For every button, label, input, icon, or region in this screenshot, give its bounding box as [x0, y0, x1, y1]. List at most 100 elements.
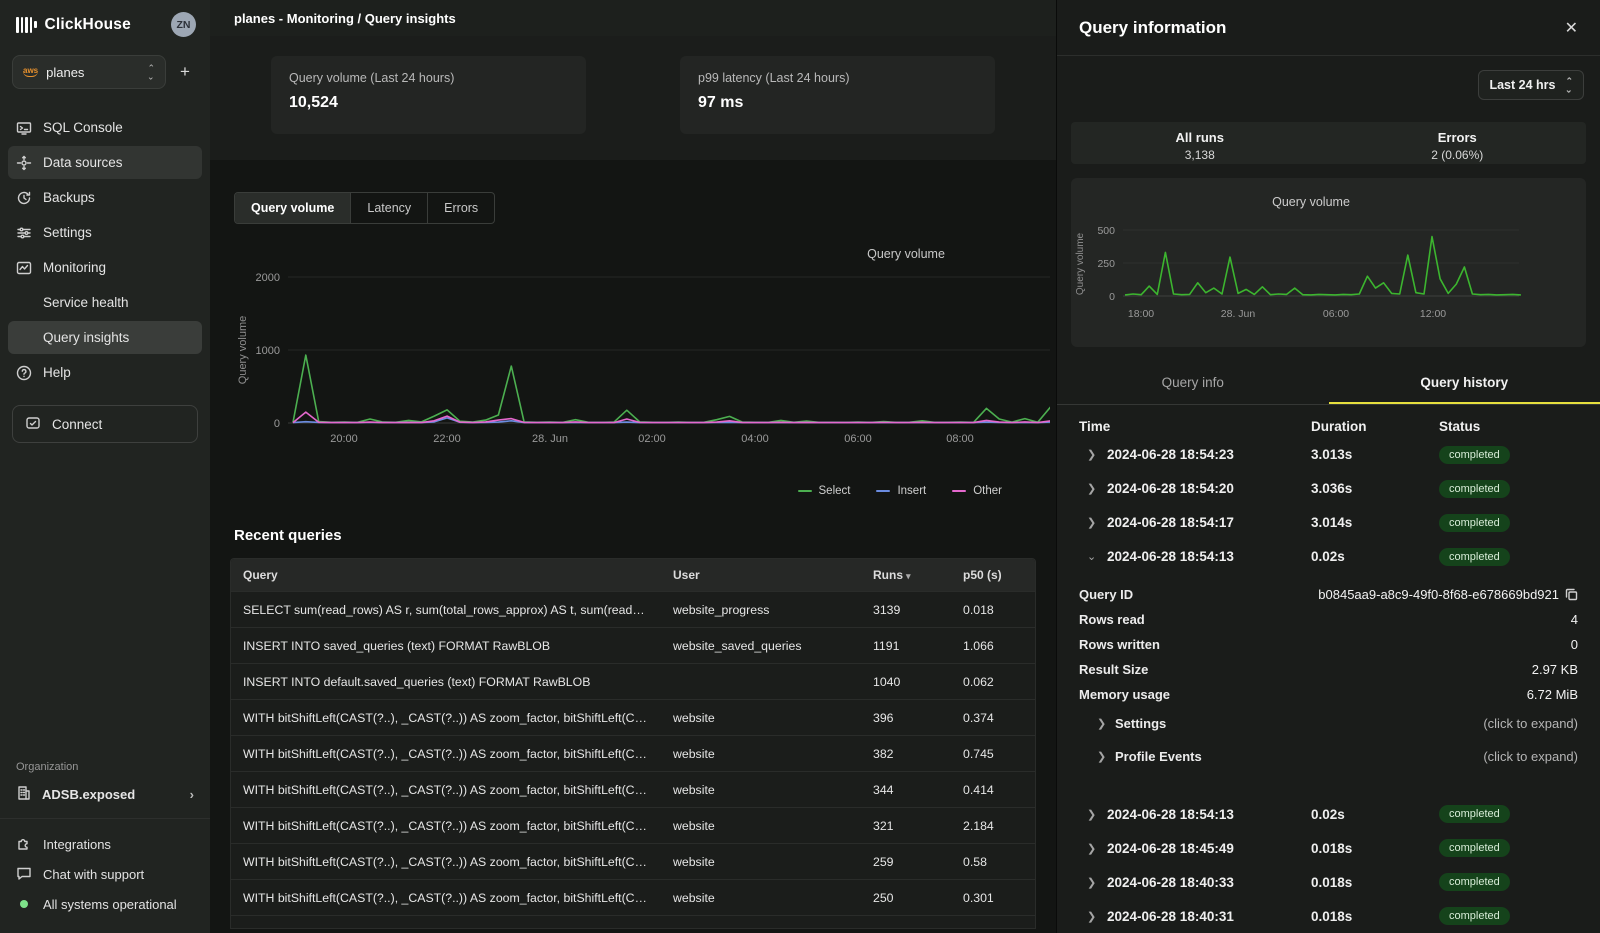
sidebar-item-data-sources[interactable]: Data sources	[8, 146, 202, 179]
table-row[interactable]: WITH bitShiftLeft(CAST(?..), _CAST(?..))…	[231, 807, 1035, 843]
history-time: 2024-06-28 18:54:17	[1107, 515, 1311, 530]
legend-item[interactable]: Insert	[876, 485, 926, 497]
cell-query: WITH bitShiftLeft(CAST(?..), _CAST(?..))…	[231, 711, 661, 725]
system-status[interactable]: All systems operational	[16, 891, 194, 917]
legend-label: Select	[819, 485, 851, 497]
chart-tab[interactable]: Errors	[428, 193, 494, 223]
col-header-p50[interactable]: p50 (s)	[951, 568, 1035, 582]
stat-value: 10,524	[289, 94, 568, 112]
chevron-right-icon[interactable]: ❯	[1079, 808, 1107, 821]
organization-name: ADSB.exposed	[42, 787, 135, 802]
cell-user: website	[661, 783, 861, 797]
organization-item[interactable]: ADSB.exposed ›	[0, 781, 210, 818]
chevron-right-icon[interactable]: ❯	[1079, 842, 1107, 855]
chart-tab[interactable]: Query volume	[235, 193, 351, 223]
col-header-user[interactable]: User	[661, 568, 861, 582]
history-row[interactable]: ❯ 2024-06-28 18:40:33 0.018s completed	[1079, 865, 1578, 899]
table-row[interactable]: SELECT sum(read_rows) AS r, sum(total_ro…	[231, 591, 1035, 627]
connect-icon	[25, 415, 41, 434]
chart-title: Query volume	[867, 247, 945, 261]
sidebar-item-label: Service health	[43, 295, 129, 310]
table-row[interactable]: WITH bitShiftLeft(CAST(?..), _CAST(?..))…	[231, 735, 1035, 771]
detail-value: 0	[1571, 637, 1578, 652]
detail-value: 2.97 KB	[1532, 662, 1578, 677]
col-header-runs[interactable]: Runs▾	[861, 568, 951, 582]
panel-tab[interactable]: Query history	[1329, 365, 1600, 404]
svg-text:12:00: 12:00	[1420, 308, 1446, 320]
service-name: planes	[46, 65, 84, 80]
chart-tab[interactable]: Latency	[351, 193, 428, 223]
toggle-label: Errors	[1329, 130, 1587, 145]
data-sources-icon	[16, 155, 32, 171]
detail-label: Query ID	[1079, 587, 1133, 602]
table-row[interactable]: INSERT INTO saved_queries (text) FORMAT …	[231, 627, 1035, 663]
table-row[interactable]: WITH bitShiftLeft(CAST(?..), _CAST(?..))…	[231, 879, 1035, 915]
table-row[interactable]: INSERT INTO default.saved_queries (text)…	[231, 663, 1035, 699]
clickhouse-logo-icon	[16, 17, 37, 33]
detail-label: Rows read	[1079, 612, 1145, 627]
table-row[interactable]: WITH bitShiftLeft(CAST(?..), _CAST(?..))…	[231, 771, 1035, 807]
table-row[interactable]: WITH bitShiftLeft(CAST(?..), _CAST(?..))…	[231, 699, 1035, 735]
history-row[interactable]: ❯ 2024-06-28 18:40:31 0.018s completed	[1079, 899, 1578, 933]
sidebar-item-settings[interactable]: Settings	[8, 216, 202, 249]
status-badge: completed	[1439, 548, 1510, 566]
history-row[interactable]: ⌄ 2024-06-28 18:54:13 0.02s completed	[1079, 540, 1578, 574]
sidebar-item-help[interactable]: Help	[8, 356, 202, 389]
service-selector[interactable]: aws planes ⌃⌃	[12, 55, 166, 89]
history-row[interactable]: ❯ 2024-06-28 18:54:20 3.036s completed	[1079, 472, 1578, 506]
sidebar-item-backups[interactable]: Backups	[8, 181, 202, 214]
sidebar-item-chat-support[interactable]: Chat with support	[16, 861, 194, 887]
chevron-right-icon[interactable]: ❯	[1079, 448, 1107, 461]
copy-icon[interactable]	[1565, 588, 1578, 601]
cell-user: website	[661, 819, 861, 833]
chevron-right-icon[interactable]: ❯	[1079, 516, 1107, 529]
sidebar-item-service-health[interactable]: Service health	[8, 286, 202, 319]
history-row[interactable]: ❯ 2024-06-28 18:54:13 0.02s completed	[1079, 797, 1578, 831]
add-service-button[interactable]: +	[174, 62, 196, 82]
history-rows: ❯ 2024-06-28 18:54:23 3.013s completed ❯…	[1079, 438, 1578, 574]
chevron-down-icon[interactable]: ⌄	[1079, 550, 1107, 563]
history-row[interactable]: ❯ 2024-06-28 18:54:17 3.014s completed	[1079, 506, 1578, 540]
avatar[interactable]: ZN	[171, 12, 196, 37]
cell-query: WITH bitShiftLeft(CAST(?..), _CAST(?..))…	[231, 819, 661, 833]
panel-tab[interactable]: Query info	[1057, 365, 1329, 404]
status-label: All systems operational	[43, 897, 177, 912]
toggle-option[interactable]: All runs 3,138	[1071, 122, 1329, 164]
chevron-right-icon[interactable]: ❯	[1079, 876, 1107, 889]
sidebar-item-monitoring[interactable]: Monitoring	[8, 251, 202, 284]
sidebar-header: ClickHouse ZN	[0, 0, 210, 47]
sidebar-item-query-insights[interactable]: Query insights	[8, 321, 202, 354]
cell-query: WITH bitShiftLeft(CAST(?..), _CAST(?..))…	[231, 891, 661, 905]
legend-item[interactable]: Other	[952, 485, 1002, 497]
status-badge: completed	[1439, 907, 1510, 925]
footer-item-label: Chat with support	[43, 867, 144, 882]
history-time: 2024-06-28 18:40:33	[1107, 875, 1311, 890]
close-icon[interactable]: ✕	[1565, 18, 1578, 38]
toggle-option[interactable]: Errors 2 (0.06%)	[1329, 122, 1587, 164]
app-window: ClickHouse ZN aws planes ⌃⌃ + SQL Consol…	[0, 0, 1600, 933]
chevron-right-icon[interactable]: ❯	[1079, 910, 1107, 923]
sidebar-item-sql-console[interactable]: SQL Console	[8, 111, 202, 144]
history-row[interactable]: ❯ 2024-06-28 18:45:49 0.018s completed	[1079, 831, 1578, 865]
history-row[interactable]: ❯ 2024-06-28 18:54:23 3.013s completed	[1079, 438, 1578, 472]
chevron-right-icon[interactable]: ❯	[1079, 482, 1107, 495]
chat-bubble-icon	[16, 865, 32, 884]
detail-value: 6.72 MiB	[1527, 687, 1578, 702]
col-header-query[interactable]: Query	[231, 568, 661, 582]
stat-label: p99 latency (Last 24 hours)	[698, 71, 977, 85]
breadcrumb: planes - Monitoring / Query insights	[210, 0, 1056, 36]
cell-user: website	[661, 747, 861, 761]
sidebar-item-integrations[interactable]: Integrations	[16, 831, 194, 857]
stats-band: Query volume (Last 24 hours) 10,524 p99 …	[210, 36, 1056, 160]
history-time: 2024-06-28 18:40:31	[1107, 909, 1311, 924]
cell-runs: 382	[861, 747, 951, 761]
connect-button[interactable]: Connect	[12, 405, 198, 443]
monitoring-icon	[16, 260, 32, 276]
time-range-select[interactable]: Last 24 hrs ⌃⌃	[1478, 70, 1584, 100]
detail-label: Result Size	[1079, 662, 1148, 677]
legend-item[interactable]: Select	[798, 485, 851, 497]
cell-p50: 0.018	[951, 603, 1035, 617]
svg-text:06:00: 06:00	[844, 433, 872, 445]
status-badge: completed	[1439, 873, 1510, 891]
table-row[interactable]: WITH bitShiftLeft(CAST(?..), _CAST(?..))…	[231, 843, 1035, 879]
